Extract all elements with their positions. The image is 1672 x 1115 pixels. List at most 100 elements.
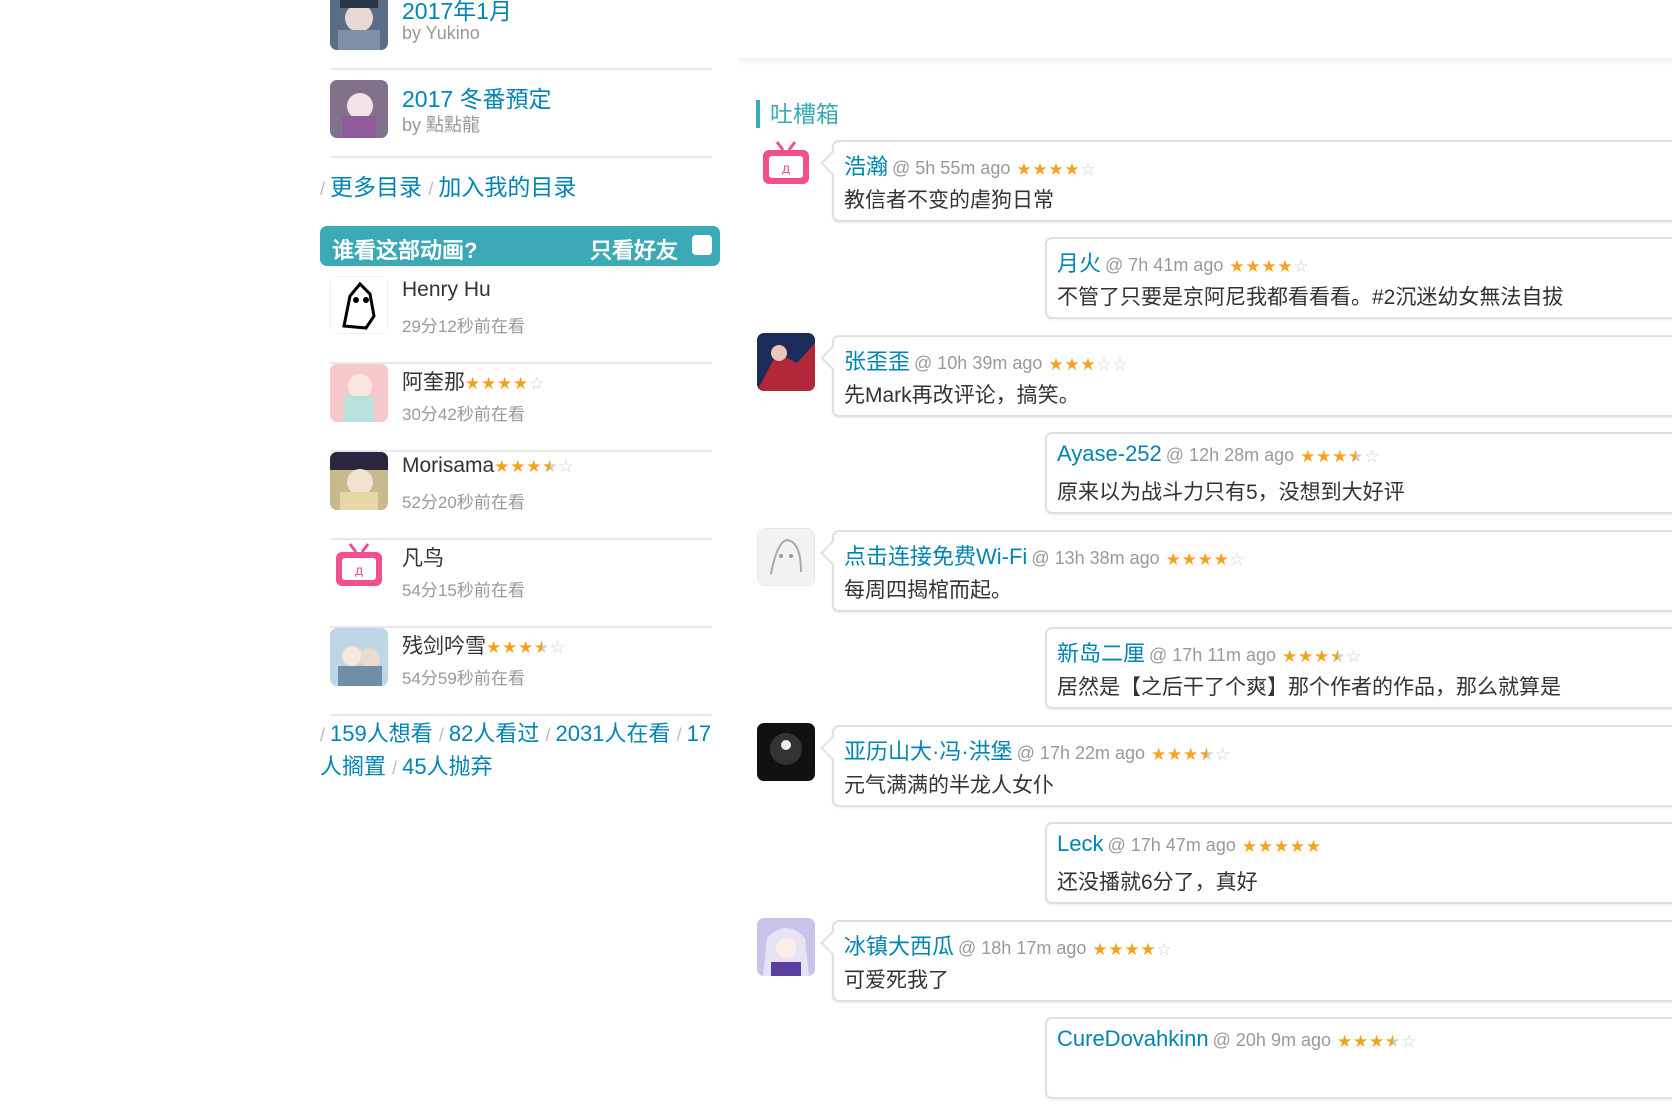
comment-user[interactable]: 新岛二厘 — [1057, 641, 1145, 666]
star-icon: ★ — [1151, 745, 1167, 765]
star-icon: ☆ — [1346, 647, 1362, 667]
star-icon: ★ — [1245, 257, 1261, 277]
avatar[interactable] — [757, 333, 815, 391]
rating-stars: ★★★★☆ — [1229, 252, 1309, 278]
comment-user[interactable]: Ayase-252 — [1057, 441, 1162, 466]
comment-user[interactable]: CureDovahkinn — [1057, 1026, 1209, 1051]
star-icon: ☆ — [550, 638, 566, 658]
star-icon: ★ — [1124, 940, 1140, 960]
viewer-name: 残剑吟雪★★★★☆ — [402, 630, 566, 660]
star-icon: ★ — [526, 457, 542, 477]
star-icon: ★ — [1140, 940, 1156, 960]
index-author: by 點點龍 — [402, 115, 481, 135]
star-icon: ★ — [1048, 355, 1064, 375]
comment-item: 张歪歪 @ 10h 39m ago ★★★☆☆ 先Mark再改评论，搞笑。 — [820, 335, 1672, 417]
star-icon: ★ — [1300, 447, 1316, 467]
viewer-name[interactable]: 凡鸟 — [402, 542, 444, 572]
star-icon: ★ — [1241, 837, 1258, 857]
viewer-item: д 凡鸟 54分15秒前在看 — [330, 538, 712, 628]
star-icon: ★ — [1032, 160, 1048, 180]
viewer-item: 阿奎那★★★★☆ 30分42秒前在看 — [330, 362, 712, 452]
more-index-link[interactable]: 更多目录 — [330, 174, 422, 200]
star-icon: ★ — [1314, 647, 1330, 667]
avatar[interactable] — [330, 628, 388, 686]
index-cover-image[interactable] — [330, 80, 388, 138]
comment-user[interactable]: 亚历山大·冯·洪堡 — [844, 739, 1013, 764]
star-icon: ★ — [1092, 940, 1108, 960]
viewer-item: Henry Hu 29分12秒前在看 — [330, 274, 712, 364]
star-icon: ★ — [1257, 837, 1274, 857]
star-icon: ★ — [1305, 837, 1322, 857]
comment-user[interactable]: 月火 — [1057, 251, 1101, 276]
done-count-link[interactable]: 82人看过 — [449, 721, 539, 746]
rating-stars: ★★★★☆ — [465, 371, 545, 395]
viewer-item: Morisama★★★★☆ 52分20秒前在看 — [330, 450, 712, 540]
star-icon: ★ — [1277, 257, 1293, 277]
section-divider — [738, 58, 1672, 66]
comment-user[interactable]: 点击连接免费Wi-Fi — [844, 544, 1027, 569]
index-cover-image[interactable] — [330, 0, 388, 50]
viewer-time: 29分12秒前在看 — [402, 317, 525, 336]
friends-only-label: 只看好友 — [589, 238, 678, 263]
doing-count-link[interactable]: 2031人在看 — [556, 721, 671, 746]
rating-stars: ★★★★☆ — [1337, 1027, 1417, 1053]
avatar[interactable] — [330, 276, 388, 334]
star-icon: ★ — [1167, 745, 1183, 765]
comment-item: Ayase-252@ 12h 28m ago★★★★☆ 原来以为战斗力只有5，没… — [1045, 432, 1672, 514]
index-author: by Yukino — [402, 23, 480, 43]
star-icon: ★ — [1197, 550, 1213, 570]
star-icon: ★ — [481, 374, 497, 394]
avatar[interactable] — [330, 452, 388, 510]
avatar[interactable]: д — [757, 138, 815, 196]
avatar[interactable]: д — [330, 540, 388, 598]
star-icon: ★ — [1337, 1032, 1353, 1052]
rating-stars: ★★★☆☆ — [1048, 350, 1128, 376]
star-icon: ☆ — [1080, 160, 1096, 180]
friends-only-checkbox[interactable] — [692, 235, 712, 255]
who-watches-header: 谁看这部动画? 只看好友 — [320, 226, 720, 266]
star-icon: ★ — [1181, 550, 1197, 570]
viewer-name[interactable]: Henry Hu — [402, 278, 491, 302]
comment-time: @ 20h 9m ago — [1212, 1030, 1331, 1050]
comment-item: 月火 @ 7h 41m ago ★★★★☆ 不管了只要是京阿尼我都看看看。#2沉迷幼… — [1045, 237, 1672, 319]
star-icon: ☆ — [558, 457, 574, 477]
svg-text:д: д — [355, 564, 364, 579]
viewer-time: 30分42秒前在看 — [402, 405, 525, 424]
comment-time: @ 18h 17m ago — [958, 938, 1087, 958]
star-icon: ★ — [1048, 160, 1064, 180]
star-icon: ☆ — [1112, 355, 1128, 375]
comment-user[interactable]: 冰镇大西瓜 — [844, 934, 954, 959]
dropped-count-link[interactable]: 45人抛弃 — [402, 754, 492, 779]
rating-stars: ★★★★☆ — [1300, 442, 1380, 468]
star-icon: ★ — [1016, 160, 1032, 180]
rating-stars: ★★★★☆ — [1166, 545, 1246, 571]
avatar[interactable] — [757, 918, 815, 976]
star-icon: ★ — [497, 374, 513, 394]
add-to-index-link[interactable]: 加入我的目录 — [438, 174, 576, 200]
comment-user[interactable]: 浩瀚 — [844, 154, 888, 179]
index-item[interactable]: 2017 冬番預定 by 點點龍 — [330, 68, 712, 158]
viewer-item: 残剑吟雪★★★★☆ 54分59秒前在看 — [330, 626, 712, 716]
star-icon: ★ — [1229, 257, 1245, 277]
comment-text: 可爱死我了 — [844, 969, 949, 992]
comment-user[interactable]: 张歪歪 — [844, 349, 910, 374]
viewer-time: 54分59秒前在看 — [402, 669, 525, 688]
index-item[interactable]: 2017年1月 by Yukino — [330, 0, 712, 70]
comment-text: 元气满满的半龙人女仆 — [844, 774, 1054, 797]
comment-box-title: 吐槽箱 — [756, 100, 839, 128]
star-icon: ★ — [542, 458, 558, 475]
avatar[interactable] — [757, 723, 815, 781]
star-icon: ★ — [1369, 1032, 1385, 1052]
avatar[interactable] — [330, 364, 388, 422]
comment-item: 点击连接免费Wi-Fi @ 13h 38m ago ★★★★☆ 每周四揭棺而起。 — [820, 530, 1672, 612]
avatar[interactable] — [757, 528, 815, 586]
index-title[interactable]: 2017 冬番預定 — [402, 80, 552, 114]
wish-count-link[interactable]: 159人想看 — [330, 721, 433, 746]
comment-time: @ 10h 39m ago — [914, 353, 1043, 373]
viewer-time: 54分15秒前在看 — [402, 581, 525, 600]
comment-time: @ 5h 55m ago — [892, 158, 1011, 178]
comment-user[interactable]: Leck — [1057, 831, 1103, 856]
rating-stars: ★★★★☆ — [1282, 642, 1362, 668]
comment-item: 冰镇大西瓜 @ 18h 17m ago ★★★★☆ 可爱死我了 — [820, 920, 1672, 1002]
comment-time: @ 12h 28m ago — [1165, 445, 1295, 465]
